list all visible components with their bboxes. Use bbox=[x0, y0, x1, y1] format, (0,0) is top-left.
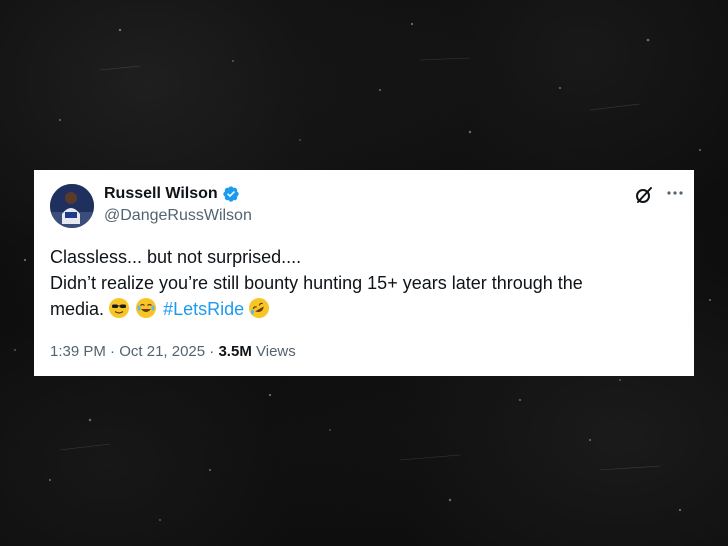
hashtag-link[interactable]: #LetsRide bbox=[163, 299, 244, 319]
views-count: 3.5M bbox=[218, 343, 252, 360]
face-with-tears-of-joy-icon bbox=[136, 298, 157, 318]
verified-badge-icon bbox=[222, 185, 240, 203]
tweet-meta: 1:39 PM · Oct 21, 2025 · 3.5M Views bbox=[50, 343, 296, 360]
tweet-date[interactable]: Oct 21, 2025 bbox=[119, 343, 205, 360]
more-options-icon[interactable] bbox=[665, 183, 685, 203]
tweet-line-3: media. #LetsRide bbox=[50, 296, 680, 322]
tweet-line-1: Classless... but not surprised.... bbox=[50, 247, 302, 267]
tweet-line-2: Didn’t realize you’re still bounty hunti… bbox=[50, 273, 583, 293]
tweet-line-3-text: media. bbox=[50, 299, 105, 319]
author-name-row: Russell Wilson bbox=[104, 185, 240, 203]
tweet-text: Classless... but not surprised.... Didn’… bbox=[50, 244, 680, 322]
avatar[interactable] bbox=[50, 184, 94, 228]
views-label: Views bbox=[256, 343, 296, 360]
author-name[interactable]: Russell Wilson bbox=[104, 185, 218, 203]
avatar-image bbox=[50, 184, 94, 228]
author-handle[interactable]: @DangeRussWilson bbox=[104, 207, 252, 225]
rolling-on-the-floor-laughing-icon bbox=[249, 298, 270, 318]
grok-icon[interactable] bbox=[634, 185, 654, 205]
smiling-face-with-sunglasses-icon bbox=[109, 298, 130, 318]
meta-separator: · bbox=[209, 343, 215, 360]
meta-separator: · bbox=[110, 343, 116, 360]
tweet-card: Russell Wilson @DangeRussWilson Classles… bbox=[34, 170, 694, 376]
tweet-time[interactable]: 1:39 PM bbox=[50, 343, 106, 360]
